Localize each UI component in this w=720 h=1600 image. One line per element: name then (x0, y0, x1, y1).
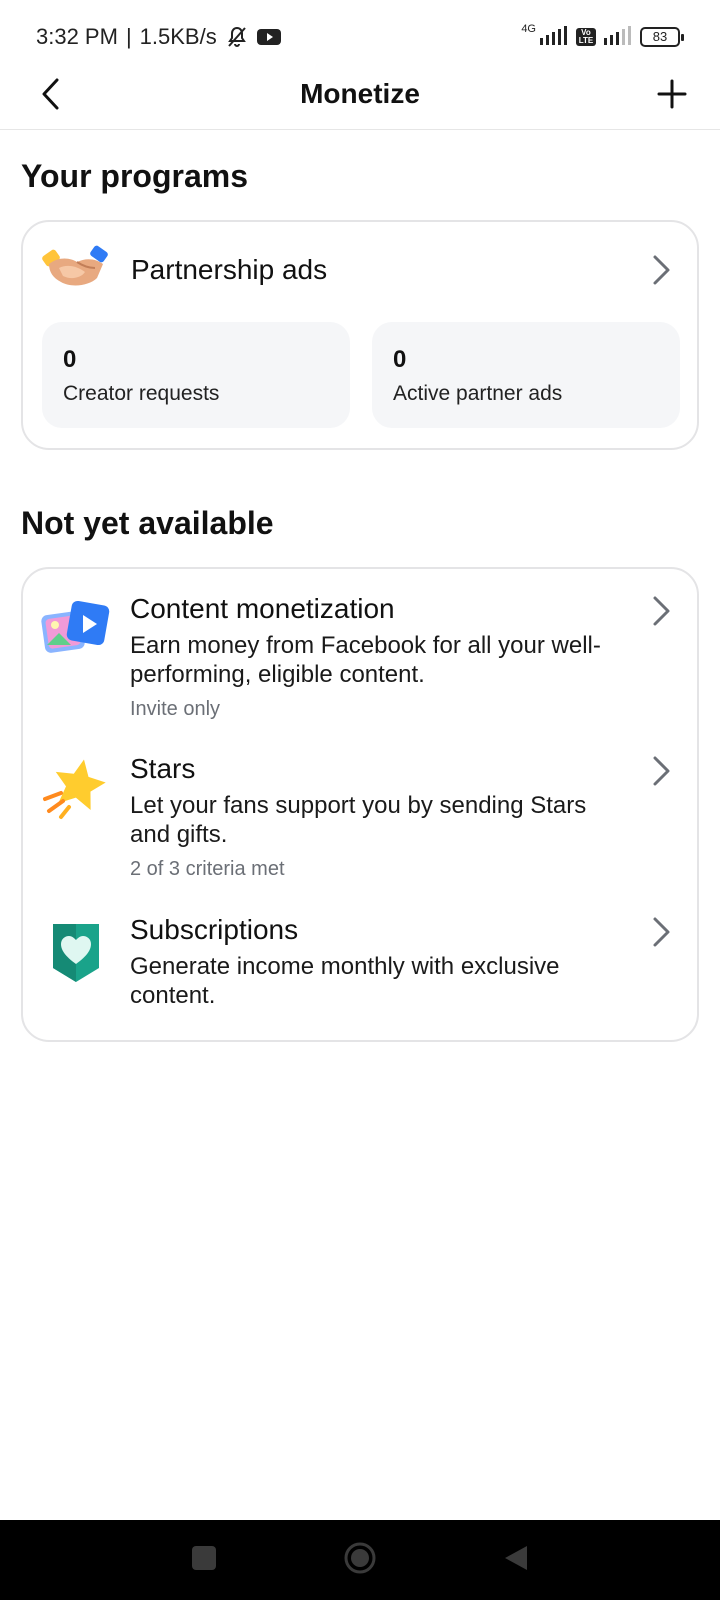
content-monetization-title: Content monetization (130, 593, 395, 624)
chevron-right-icon (649, 252, 673, 288)
status-speed: 1.5KB/s (139, 24, 217, 49)
bell-off-icon (225, 25, 249, 49)
plus-icon (656, 78, 688, 115)
recent-apps-button[interactable] (180, 1540, 228, 1580)
subscriptions-title: Subscriptions (130, 914, 299, 945)
stars-status: 2 of 3 criteria met (130, 858, 285, 880)
network-type-label: 4G (521, 23, 536, 35)
stars-description: Let your fans support you by sending Sta… (130, 792, 587, 848)
heart-shield-icon (41, 918, 111, 988)
content-monetization-row[interactable]: Content monetization Earn money from Fac… (23, 593, 697, 723)
handshake-icon (41, 242, 111, 298)
not-available-card: Content monetization Earn money from Fac… (21, 567, 699, 1042)
status-left: 3:32 PM | 1.5KB/s (36, 22, 281, 52)
stars-title: Stars (130, 753, 196, 784)
youtube-icon (256, 28, 281, 46)
partnership-ads-row[interactable]: Partnership ads (23, 222, 697, 322)
home-button[interactable] (336, 1540, 384, 1580)
active-partner-ads-count: 0 (393, 346, 407, 373)
chevron-right-icon (649, 914, 673, 950)
stars-row[interactable]: Stars Let your fans support you by sendi… (23, 753, 697, 883)
content-media-icon (41, 597, 111, 667)
recent-apps-icon (191, 1545, 217, 1576)
battery-icon: 83 (640, 27, 684, 47)
subscriptions-row[interactable]: Subscriptions Generate income monthly wi… (23, 914, 697, 1014)
status-right: 4G Vo LTE 83 (521, 22, 684, 52)
section-title-your-programs: Your programs (21, 158, 248, 194)
programs-card: Partnership ads 0 Creator requests 0 Act… (21, 220, 699, 450)
subscriptions-description: Generate income monthly with exclusive c… (130, 953, 560, 1009)
page-title: Monetize (300, 78, 420, 109)
content-monetization-description: Earn money from Facebook for all your we… (130, 632, 601, 688)
active-partner-ads-label: Active partner ads (393, 382, 563, 405)
add-button[interactable] (648, 72, 696, 120)
back-triangle-icon (503, 1544, 529, 1577)
partnership-ads-title: Partnership ads (131, 254, 328, 285)
volte-icon: Vo LTE (576, 28, 596, 46)
creator-requests-count: 0 (63, 346, 77, 373)
chevron-right-icon (649, 753, 673, 789)
status-time: 3:32 PM (36, 24, 118, 49)
top-app-bar: Monetize (0, 62, 720, 130)
status-separator: | (125, 24, 132, 49)
system-navigation-bar (0, 1520, 720, 1600)
signal-icon (540, 25, 568, 50)
signal-icon (604, 25, 632, 50)
creator-requests-label: Creator requests (63, 382, 220, 405)
system-back-button[interactable] (492, 1540, 540, 1580)
creator-requests-stat[interactable]: 0 Creator requests (42, 322, 350, 428)
chevron-right-icon (649, 593, 673, 629)
star-icon (41, 755, 111, 825)
active-partner-ads-stat[interactable]: 0 Active partner ads (372, 322, 680, 428)
home-icon (343, 1541, 377, 1580)
section-title-not-yet-available: Not yet available (21, 505, 274, 541)
content-monetization-status: Invite only (130, 698, 221, 720)
